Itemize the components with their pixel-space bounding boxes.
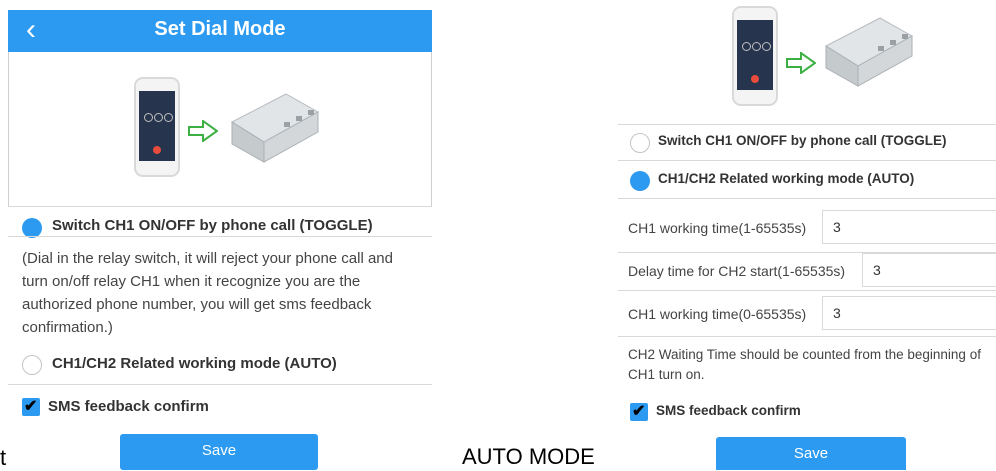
phone-illustration-icon xyxy=(732,6,778,106)
dial-illustration xyxy=(726,4,956,114)
toggle-description: (Dial in the relay switch, it will rejec… xyxy=(22,250,393,336)
auto-mode-caption: AUTO MODE xyxy=(462,444,595,469)
option-auto[interactable]: CH1/CH2 Related working mode (AUTO) xyxy=(618,162,996,200)
left-screen-border xyxy=(8,52,432,206)
divider xyxy=(618,290,996,291)
divider xyxy=(8,384,432,385)
ch1-working-time-label: CH1 working time(1-65535s) xyxy=(628,220,807,236)
checkbox-checked-icon[interactable]: ✔ xyxy=(630,403,648,421)
ch1-working-time-input[interactable]: 3 xyxy=(822,210,996,244)
divider xyxy=(618,336,996,337)
option-toggle[interactable]: Switch CH1 ON/OFF by phone call (TOGGLE) xyxy=(618,124,996,162)
option-toggle[interactable]: Switch CH1 ON/OFF by phone call (TOGGLE) xyxy=(8,207,432,245)
option-auto-label: CH1/CH2 Related working mode (AUTO) xyxy=(52,355,337,372)
sms-feedback-row[interactable]: ✔ SMS feedback confirm xyxy=(618,399,996,425)
sms-feedback-label: SMS feedback confirm xyxy=(656,403,801,418)
divider xyxy=(618,198,996,199)
divider xyxy=(618,160,996,161)
option-toggle-label: Switch CH1 ON/OFF by phone call (TOGGLE) xyxy=(658,133,947,148)
relay-device-icon xyxy=(824,17,914,87)
radio-unselected-icon[interactable] xyxy=(22,355,42,375)
sms-feedback-label: SMS feedback confirm xyxy=(48,398,209,415)
ch2-waiting-note: CH2 Waiting Time should be counted from … xyxy=(628,347,981,382)
stray-caption-fragment: t xyxy=(0,445,7,470)
ch1-working-time-zero-row: CH1 working time(0-65535s) 3 xyxy=(618,296,996,334)
arrow-right-icon xyxy=(786,52,816,74)
page-title: Set Dial Mode xyxy=(154,18,286,40)
ch1-working-time-row: CH1 working time(1-65535s) 3 xyxy=(618,210,996,248)
ch2-delay-time-label: Delay time for CH2 start(1-65535s) xyxy=(628,263,846,279)
option-toggle-label: Switch CH1 ON/OFF by phone call (TOGGLE) xyxy=(52,217,373,234)
nav-bar: ‹ Set Dial Mode xyxy=(8,10,432,52)
divider xyxy=(8,236,432,237)
ch1-working-time-zero-label: CH1 working time(0-65535s) xyxy=(628,306,807,322)
sms-feedback-row[interactable]: ✔ SMS feedback confirm xyxy=(8,394,432,422)
radio-unselected-icon[interactable] xyxy=(630,133,650,153)
radio-selected-icon[interactable] xyxy=(22,218,42,238)
option-auto-label: CH1/CH2 Related working mode (AUTO) xyxy=(658,171,915,186)
ch2-delay-time-row: Delay time for CH2 start(1-65535s) 3 xyxy=(618,253,996,291)
ch2-delay-time-input[interactable]: 3 xyxy=(862,253,996,287)
ch1-working-time-zero-input[interactable]: 3 xyxy=(822,296,996,330)
save-button[interactable]: Save xyxy=(716,437,906,470)
save-button[interactable]: Save xyxy=(120,434,318,470)
checkbox-checked-icon[interactable]: ✔ xyxy=(22,398,40,416)
right-screen: Switch CH1 ON/OFF by phone call (TOGGLE)… xyxy=(618,0,996,470)
option-auto[interactable]: CH1/CH2 Related working mode (AUTO) xyxy=(8,346,432,384)
radio-selected-icon[interactable] xyxy=(630,171,650,191)
